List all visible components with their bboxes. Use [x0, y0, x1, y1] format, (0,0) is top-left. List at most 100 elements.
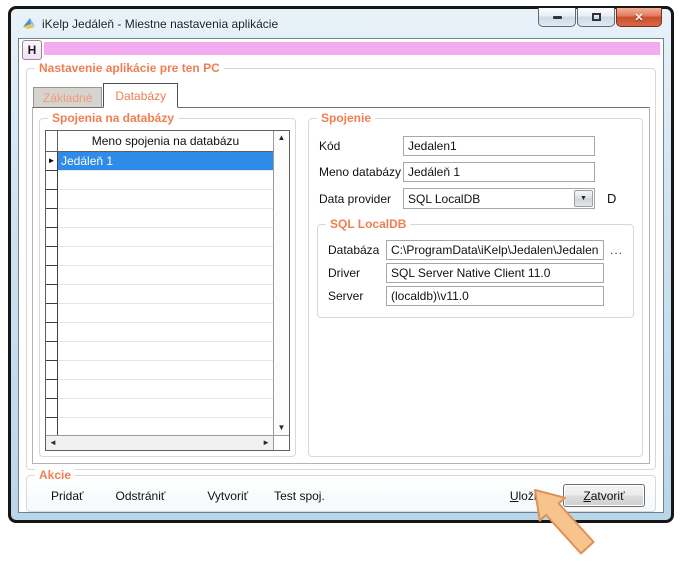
ulozit-button[interactable]: Uložiť [510, 489, 541, 503]
row-gutter [46, 228, 58, 247]
table-row[interactable] [46, 190, 273, 209]
connection-name-cell[interactable] [58, 418, 273, 435]
scroll-down-icon[interactable]: ▼ [274, 421, 289, 435]
application-window: iKelp Jedáleň - Miestne nastavenia aplik… [8, 6, 674, 523]
table-row[interactable] [46, 418, 273, 435]
row-gutter: ► [46, 152, 58, 171]
meno-databazy-input[interactable] [403, 162, 595, 182]
h-toolbar-button[interactable]: H [22, 40, 42, 60]
row-gutter [46, 247, 58, 266]
meno-databazy-label: Meno databázy [319, 165, 403, 179]
connection-name-cell[interactable] [58, 247, 273, 266]
row-gutter [46, 323, 58, 342]
actions-groupbox: Akcie Pridať Odstrániť Vytvoriť Test spo… [26, 475, 656, 512]
window-glass-border: iKelp Jedáleň - Miestne nastavenia aplik… [11, 9, 671, 520]
tab-zakladne[interactable]: Základné [33, 87, 102, 107]
server-input[interactable] [386, 286, 604, 306]
connections-table-main: Meno spojenia na databázu ►Jedáleň 1 [46, 131, 273, 435]
table-row[interactable] [46, 323, 273, 342]
data-provider-select[interactable]: SQL LocalDB ▼ [403, 188, 595, 209]
connection-groupbox: Spojenie Kód Meno databázy Data provider [308, 118, 643, 457]
table-row[interactable] [46, 266, 273, 285]
row-gutter [46, 361, 58, 380]
table-row[interactable] [46, 380, 273, 399]
databaza-label: Databáza [328, 243, 386, 257]
test-spoj-button[interactable]: Test spoj. [274, 489, 325, 503]
connection-name-cell[interactable] [58, 285, 273, 304]
row-gutter [46, 209, 58, 228]
dropdown-button[interactable]: ▼ [574, 190, 593, 207]
table-row[interactable] [46, 342, 273, 361]
server-label: Server [328, 289, 386, 303]
browse-button[interactable]: ... [610, 243, 623, 257]
connection-name-cell[interactable] [58, 266, 273, 285]
connection-name-cell[interactable] [58, 228, 273, 247]
connections-column: Spojenia na databázy Meno spojenia na da… [39, 118, 296, 457]
minimize-button[interactable] [538, 8, 576, 27]
row-gutter [46, 418, 58, 435]
row-gutter [46, 304, 58, 323]
connections-table-header: Meno spojenia na databázu [46, 131, 273, 152]
connection-name-cell[interactable] [58, 209, 273, 228]
connections-table-body: ►Jedáleň 1 [46, 152, 273, 435]
server-row: Server [328, 286, 623, 306]
vytvorit-button[interactable]: Vytvoriť [207, 489, 248, 503]
caption-buttons: ✕ [538, 8, 662, 27]
data-provider-row: Data provider SQL LocalDB ▼ D [319, 188, 634, 209]
maximize-button[interactable] [577, 8, 615, 27]
table-row[interactable] [46, 209, 273, 228]
scrollbar-corner [273, 435, 289, 450]
table-row[interactable] [46, 304, 273, 323]
row-gutter [46, 171, 58, 190]
close-button[interactable]: ✕ [616, 8, 662, 27]
row-gutter [46, 380, 58, 399]
pridat-button[interactable]: Pridať [51, 489, 84, 503]
tab-databazy[interactable]: Databázy [103, 83, 178, 108]
connection-name-cell[interactable] [58, 323, 273, 342]
kod-input[interactable] [403, 136, 595, 156]
table-row[interactable] [46, 361, 273, 380]
scroll-up-icon[interactable]: ▲ [274, 131, 289, 145]
zatvorit-button[interactable]: Zatvoriť [563, 484, 645, 507]
odstranit-button[interactable]: Odstrániť [116, 489, 166, 503]
column-header-connection-name[interactable]: Meno spojenia na databázu [58, 131, 273, 151]
app-logo-icon [21, 16, 37, 32]
data-provider-value: SQL LocalDB [404, 192, 573, 206]
connection-name-cell[interactable] [58, 190, 273, 209]
databaza-input[interactable] [386, 240, 604, 260]
scroll-right-icon[interactable]: ► [262, 436, 270, 450]
chevron-down-icon: ▼ [580, 195, 587, 202]
tabpage-databazy: Spojenia na databázy Meno spojenia na da… [32, 107, 650, 464]
titlebar[interactable]: iKelp Jedáleň - Miestne nastavenia aplik… [18, 9, 664, 38]
ulozit-rest: ložiť [518, 489, 541, 503]
row-indicator-column-header [46, 131, 58, 151]
table-row[interactable] [46, 247, 273, 266]
connection-name-cell[interactable] [58, 380, 273, 399]
kod-label: Kód [319, 139, 403, 153]
connection-name-cell[interactable] [58, 171, 273, 190]
scroll-left-icon[interactable]: ◄ [49, 436, 57, 450]
vertical-scrollbar[interactable]: ▲ ▼ [273, 131, 289, 435]
table-row[interactable] [46, 171, 273, 190]
connection-name-cell[interactable] [58, 361, 273, 380]
connection-name-cell[interactable]: Jedáleň 1 [58, 152, 273, 171]
top-toolbar: H [19, 39, 663, 61]
minimize-icon [553, 16, 562, 19]
horizontal-scrollbar[interactable]: ◄ ► [46, 435, 273, 450]
window-title: iKelp Jedáleň - Miestne nastavenia aplik… [42, 17, 278, 31]
table-row[interactable] [46, 285, 273, 304]
row-gutter [46, 342, 58, 361]
table-row[interactable]: ►Jedáleň 1 [46, 152, 273, 171]
table-row[interactable] [46, 399, 273, 418]
table-row[interactable] [46, 228, 273, 247]
connection-name-cell[interactable] [58, 399, 273, 418]
row-gutter [46, 285, 58, 304]
connection-name-cell[interactable] [58, 304, 273, 323]
driver-label: Driver [328, 266, 386, 280]
row-gutter [46, 190, 58, 209]
connection-name-cell[interactable] [58, 342, 273, 361]
driver-input[interactable] [386, 263, 604, 283]
meno-databazy-row: Meno databázy [319, 162, 634, 182]
sql-localdb-groupbox: SQL LocalDB Databáza ... Driver [317, 224, 634, 318]
row-gutter [46, 266, 58, 285]
